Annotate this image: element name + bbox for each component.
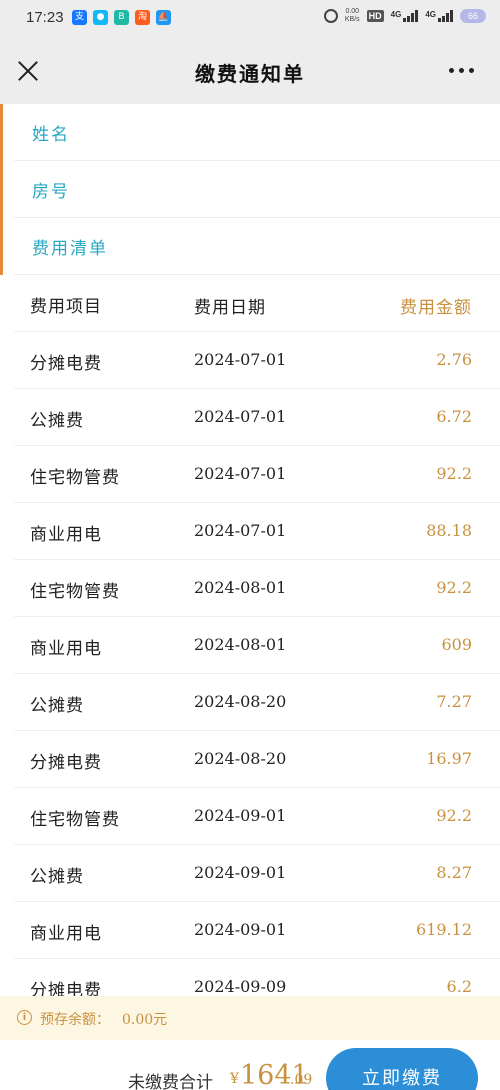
fee-item: 公摊费 [30, 411, 84, 431]
fee-item: 分摊电费 [30, 753, 102, 773]
fee-list-section: 费用清单 [0, 218, 500, 275]
fee-amount: 609 [441, 635, 472, 654]
fee-amount: 8.27 [436, 863, 472, 882]
fee-item: 分摊电费 [30, 354, 102, 374]
network-speed: 0.00 KB/s [345, 8, 360, 24]
page-title: 缴费通知单 [195, 62, 305, 86]
fee-date: 2024-08-20 [194, 749, 287, 768]
status-time: 17:23 [26, 9, 64, 26]
table-row: 商业用电 2024-08-01 609 [0, 617, 500, 674]
balance-label: 预存余额： [40, 1012, 110, 1028]
hd-voice-badge: HD [366, 10, 384, 22]
fee-date: 2024-09-01 [194, 863, 287, 882]
section-accent-bar [0, 218, 3, 275]
fee-item: 商业用电 [30, 639, 102, 659]
fee-item: 住宅物管费 [30, 810, 120, 830]
fee-amount: 92.2 [436, 806, 472, 825]
sim1-network-type: 4G [390, 10, 402, 19]
fee-date: 2024-07-01 [194, 407, 287, 426]
table-row: 分摊电费 2024-08-20 16.97 [0, 731, 500, 788]
pay-now-button[interactable]: 立即缴费 [326, 1048, 478, 1090]
table-row: 公摊费 2024-08-20 7.27 [0, 674, 500, 731]
status-app-icons: 支 ● B 淘 ⛵ [72, 10, 171, 25]
fee-date: 2024-09-09 [194, 977, 287, 996]
header-item: 费用项目 [30, 297, 102, 317]
table-row: 公摊费 2024-07-01 6.72 [0, 389, 500, 446]
network-speed-value: 0.00 [345, 8, 360, 15]
table-row: 分摊电费 2024-07-01 2.76 [0, 332, 500, 389]
header-date: 费用日期 [194, 298, 266, 318]
room-label: 房号 [32, 182, 70, 202]
taobao-app-icon: 淘 [135, 10, 150, 25]
signal-sim2-icon: 4G [425, 10, 453, 22]
fee-amount: 92.2 [436, 578, 472, 597]
fee-amount: 6.72 [436, 407, 472, 426]
status-bar: 17:23 支 ● B 淘 ⛵ 0.00 KB/s HD 4G 4G 66 [0, 0, 500, 38]
payment-footer: 未缴费合计 ¥ 1641 .09 立即缴费 [0, 1040, 500, 1090]
balance-notice: i 预存余额： 0.00元 [0, 996, 500, 1040]
currency-symbol: ¥ [230, 1071, 239, 1087]
unpaid-total-label: 未缴费合计 [128, 1073, 213, 1090]
table-row: 公摊费 2024-09-01 8.27 [0, 845, 500, 902]
alipay-icon: 支 [72, 10, 87, 25]
table-header: 费用项目 费用日期 费用金额 [0, 275, 500, 332]
alarm-icon [323, 9, 338, 23]
fee-list-label: 费用清单 [32, 239, 108, 259]
fee-amount: 92.2 [436, 464, 472, 483]
section-accent-bar [0, 104, 3, 161]
fee-amount: 16.97 [426, 749, 472, 768]
sailing-app-icon: ⛵ [156, 10, 171, 25]
room-section: 房号 [0, 161, 500, 218]
fee-amount: 88.18 [426, 521, 472, 540]
fee-date: 2024-08-20 [194, 692, 287, 711]
fee-item: 商业用电 [30, 525, 102, 545]
fee-date: 2024-07-01 [194, 350, 287, 369]
fee-item: 住宅物管费 [30, 582, 120, 602]
fee-date: 2024-09-01 [194, 920, 287, 939]
fee-item: 商业用电 [30, 924, 102, 944]
fee-date: 2024-08-01 [194, 578, 287, 597]
info-icon: i [17, 1010, 32, 1025]
table-row: 住宅物管费 2024-07-01 92.2 [0, 446, 500, 503]
name-label: 姓名 [32, 125, 70, 145]
status-indicators: 0.00 KB/s HD 4G 4G 66 [323, 8, 486, 24]
battery-icon: 66 [460, 9, 486, 23]
fee-date: 2024-07-01 [194, 464, 287, 483]
table-row: 商业用电 2024-07-01 88.18 [0, 503, 500, 560]
table-row: 住宅物管费 2024-09-01 92.2 [0, 788, 500, 845]
qq-icon: ● [93, 10, 108, 25]
more-options-icon[interactable] [449, 68, 474, 73]
signal-sim1-icon: 4G [391, 10, 419, 22]
fee-item: 公摊费 [30, 696, 84, 716]
fee-date: 2024-08-01 [194, 635, 287, 654]
balance-value: 0.00元 [122, 1012, 168, 1028]
name-section: 姓名 [0, 104, 500, 161]
fee-date: 2024-07-01 [194, 521, 287, 540]
network-speed-unit: KB/s [344, 16, 360, 23]
table-row: 住宅物管费 2024-08-01 92.2 [0, 560, 500, 617]
sim2-network-type: 4G [425, 10, 436, 19]
nav-bar: 缴费通知单 [0, 38, 500, 104]
fee-amount: 619.12 [416, 920, 472, 939]
fee-item: 住宅物管费 [30, 468, 120, 488]
fee-amount: 7.27 [436, 692, 472, 711]
section-accent-bar [0, 161, 3, 218]
header-amount: 费用金额 [400, 298, 472, 318]
table-row: 商业用电 2024-09-01 619.12 [0, 902, 500, 959]
fee-amount: 2.76 [436, 350, 472, 369]
boss-app-icon: B [114, 10, 129, 25]
fee-amount: 6.2 [446, 977, 472, 996]
unpaid-total-decimal: .09 [290, 1072, 313, 1088]
fee-date: 2024-09-01 [194, 806, 287, 825]
fee-item: 公摊费 [30, 867, 84, 887]
